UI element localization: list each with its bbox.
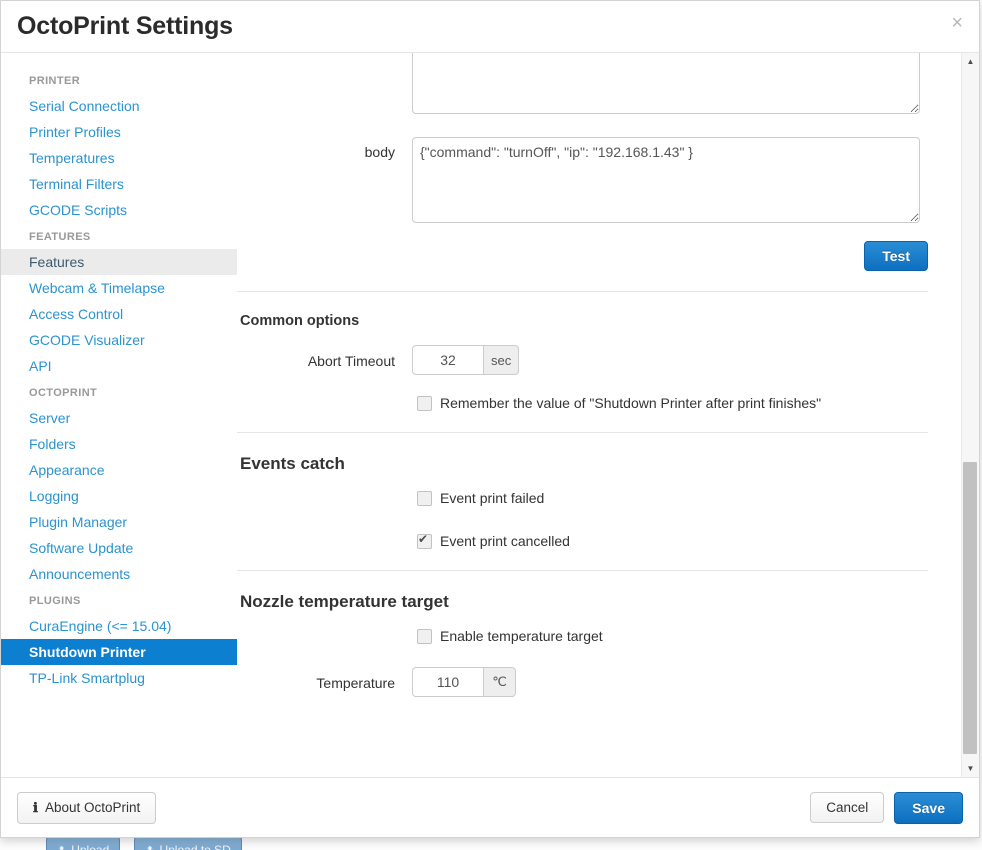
abort-timeout-input[interactable] — [412, 345, 484, 375]
sidebar-group-header-features: FEATURES — [29, 231, 91, 243]
top-textarea-row — [237, 53, 961, 114]
abort-timeout-group: sec — [412, 345, 520, 375]
section-title-events-catch: Events catch — [240, 454, 345, 473]
divider-nozzle-temperature — [237, 570, 928, 571]
settings-form: body Test Common options Abort Timeout s… — [237, 53, 961, 777]
upload-icon: ⬆ — [57, 844, 66, 850]
section-title-common-options: Common options — [240, 313, 360, 329]
cancel-button[interactable]: Cancel — [810, 792, 885, 823]
temperature-input[interactable] — [412, 667, 484, 697]
divider-events-catch — [237, 432, 928, 433]
event-print-failed-row[interactable]: Event print failed — [417, 490, 961, 507]
temperature-label: Temperature — [316, 675, 395, 691]
sidebar-item-features[interactable]: Features — [1, 249, 237, 275]
remember-value-label: Remember the value of "Shutdown Printer … — [440, 395, 822, 411]
footer-actions: Cancel Save — [810, 791, 963, 824]
sidebar-item-tplink-smartplug[interactable]: TP-Link Smartplug — [1, 665, 237, 691]
sidebar-item-logging[interactable]: Logging — [1, 483, 237, 509]
sidebar-item-api[interactable]: API — [1, 353, 237, 379]
sidebar-item-temperatures[interactable]: Temperatures — [1, 145, 237, 171]
scrollbar-thumb[interactable] — [963, 462, 977, 754]
body-field-label: body — [364, 144, 395, 160]
sidebar-item-appearance[interactable]: Appearance — [1, 457, 237, 483]
about-octoprint-button[interactable]: ℹ About OctoPrint — [17, 791, 157, 824]
sidebar-item-announcements[interactable]: Announcements — [1, 561, 237, 587]
sidebar-item-folders[interactable]: Folders — [1, 431, 237, 457]
upload-button[interactable]: ⬆ Upload — [46, 836, 121, 850]
sidebar-group-header-plugins: PLUGINS — [29, 595, 81, 607]
event-print-cancelled-label: Event print cancelled — [440, 533, 570, 549]
sidebar-item-curaengine[interactable]: CuraEngine (<= 15.04) — [1, 613, 237, 639]
section-title-nozzle-temperature: Nozzle temperature target — [240, 592, 449, 611]
body-textarea[interactable] — [412, 137, 920, 223]
close-icon[interactable]: × — [951, 13, 963, 33]
scroll-up-icon[interactable]: ▲ — [962, 53, 979, 70]
sidebar-item-terminal-filters[interactable]: Terminal Filters — [1, 171, 237, 197]
background-upload-buttons: ⬆ Upload ⬆ Upload to SD — [46, 836, 242, 850]
temperature-unit: ℃ — [484, 667, 516, 697]
upload-to-sd-button-label: Upload to SD — [159, 843, 231, 850]
event-print-failed-label: Event print failed — [440, 490, 545, 506]
sidebar-item-access-control[interactable]: Access Control — [1, 301, 237, 327]
page-title: OctoPrint Settings — [17, 12, 233, 40]
sidebar-group-header-printer: PRINTER — [29, 75, 81, 87]
settings-sidebar: PRINTER Serial Connection Printer Profil… — [1, 53, 237, 777]
sidebar-group-header-octoprint: OCTOPRINT — [29, 387, 98, 399]
sidebar-item-server[interactable]: Server — [1, 405, 237, 431]
test-button[interactable]: Test — [864, 241, 928, 271]
abort-timeout-row: Abort Timeout sec — [237, 345, 961, 375]
divider-common-options — [237, 291, 928, 292]
event-print-cancelled-checkbox[interactable] — [417, 532, 432, 549]
enable-temperature-target-row[interactable]: Enable temperature target — [417, 628, 961, 645]
sidebar-item-webcam-timelapse[interactable]: Webcam & Timelapse — [1, 275, 237, 301]
dialog-footer: ℹ About OctoPrint Cancel Save — [1, 777, 979, 837]
upload-sd-icon: ⬆ — [145, 844, 154, 850]
upload-button-label: Upload — [71, 843, 110, 850]
remember-value-checkbox-row[interactable]: Remember the value of "Shutdown Printer … — [417, 395, 961, 412]
temperature-group: ℃ — [412, 667, 516, 697]
test-button-row: Test — [237, 241, 928, 271]
screenshot-root: ⬆ Upload ⬆ Upload to SD OctoPrint Settin… — [0, 0, 982, 850]
dialog-body: PRINTER Serial Connection Printer Profil… — [1, 53, 979, 777]
event-print-failed-checkbox[interactable] — [417, 491, 432, 506]
enable-temperature-target-label: Enable temperature target — [440, 628, 603, 644]
scroll-down-icon[interactable]: ▼ — [962, 760, 979, 777]
upload-to-sd-button[interactable]: ⬆ Upload to SD — [134, 836, 242, 850]
enable-temperature-target-checkbox[interactable] — [417, 629, 432, 644]
event-print-cancelled-row[interactable]: Event print cancelled — [417, 532, 961, 550]
info-icon: ℹ — [33, 799, 38, 815]
sidebar-item-shutdown-printer[interactable]: Shutdown Printer — [1, 639, 237, 665]
dialog-header: OctoPrint Settings × — [1, 1, 979, 53]
abort-timeout-label: Abort Timeout — [307, 353, 395, 369]
remember-value-checkbox[interactable] — [417, 396, 432, 411]
about-octoprint-label: About OctoPrint — [44, 800, 141, 815]
body-field-row: body — [237, 137, 961, 223]
sidebar-item-printer-profiles[interactable]: Printer Profiles — [1, 119, 237, 145]
abort-timeout-unit: sec — [484, 345, 520, 375]
settings-content-pane: body Test Common options Abort Timeout s… — [237, 53, 979, 777]
settings-dialog: OctoPrint Settings × PRINTER Serial Conn… — [0, 0, 980, 838]
save-button[interactable]: Save — [894, 791, 963, 824]
temperature-row: Temperature ℃ — [237, 667, 961, 697]
sidebar-item-plugin-manager[interactable]: Plugin Manager — [1, 509, 237, 535]
sidebar-item-software-update[interactable]: Software Update — [1, 535, 237, 561]
top-textarea[interactable] — [412, 53, 920, 114]
sidebar-item-gcode-scripts[interactable]: GCODE Scripts — [1, 197, 237, 223]
sidebar-item-gcode-visualizer[interactable]: GCODE Visualizer — [1, 327, 237, 353]
sidebar-item-serial-connection[interactable]: Serial Connection — [1, 93, 237, 119]
content-scrollbar[interactable]: ▲ ▼ — [961, 53, 979, 777]
